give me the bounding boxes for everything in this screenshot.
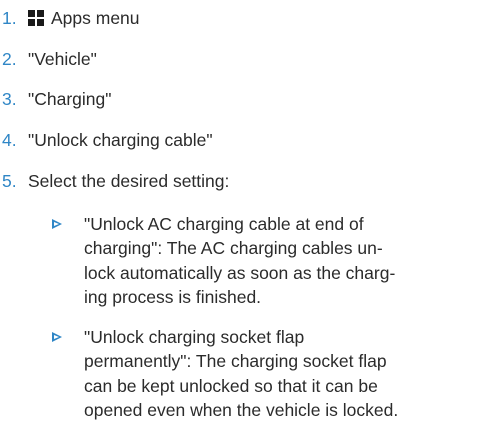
option-1-text: "Unlock AC charging cable at end of char… — [84, 214, 396, 307]
step-text: "Vehicle" — [28, 49, 97, 69]
step-text: "Charging" — [28, 89, 112, 109]
step-text: Select the desired setting: — [28, 171, 230, 191]
apps-grid-icon — [28, 10, 44, 26]
step-number: 5. — [2, 171, 17, 191]
step-number: 2. — [2, 49, 17, 69]
step-number: 4. — [2, 130, 17, 150]
step-text: Apps menu — [51, 8, 140, 28]
bullet-triangle-icon — [52, 332, 62, 342]
instruction-steps: 1. Apps menu 2. "Vehicle" 3. "Charging" … — [0, 0, 502, 429]
step-number: 3. — [2, 89, 17, 109]
step-text: "Unlock charging cable" — [28, 130, 213, 150]
step-number: 1. — [2, 8, 17, 28]
bullet-triangle-icon — [52, 219, 62, 229]
option-2-text: "Unlock charging socket flap permanently… — [84, 327, 399, 420]
